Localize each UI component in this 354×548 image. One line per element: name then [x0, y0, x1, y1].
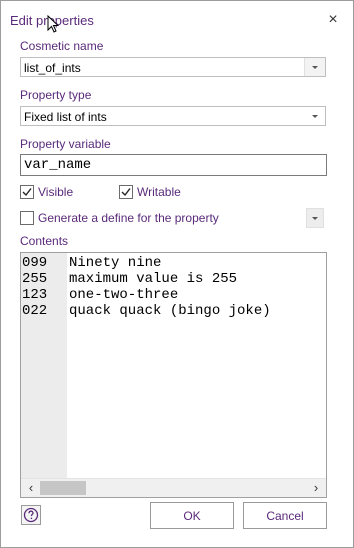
cosmetic-name-dropdown-button[interactable] [304, 58, 325, 76]
chevron-down-icon [312, 114, 318, 118]
visible-checkbox-label: Visible [38, 185, 74, 199]
property-type-value[interactable]: Fixed list of ints [24, 110, 107, 124]
close-icon[interactable]: × [325, 10, 341, 30]
checkmark-icon [22, 188, 32, 197]
list-item-text: maximum value is 255 [69, 271, 238, 287]
generate-define-checkbox-box[interactable] [20, 211, 34, 225]
chevron-down-icon [312, 65, 318, 69]
help-icon [23, 507, 39, 523]
writable-checkbox[interactable]: Writable [119, 185, 181, 199]
cancel-button[interactable]: Cancel [243, 502, 327, 529]
property-variable-field[interactable] [20, 154, 327, 176]
help-button[interactable] [21, 505, 41, 525]
list-item[interactable]: 022 quack quack (bingo joke) [21, 303, 271, 319]
horizontal-scrollbar[interactable]: ‹ › [21, 478, 326, 497]
cosmetic-name-combo[interactable]: list_of_ints [20, 57, 326, 77]
generate-define-dropdown-button[interactable] [306, 208, 324, 228]
cosmetic-name-label: Cosmetic name [20, 39, 104, 53]
generate-define-checkbox[interactable]: Generate a define for the property [20, 211, 219, 225]
list-item-number: 022 [22, 303, 48, 319]
list-item-number: 123 [22, 287, 48, 303]
ok-button[interactable]: OK [150, 502, 234, 529]
edit-properties-dialog: Edit properties × Cosmetic name list_of_… [0, 0, 354, 548]
list-item[interactable]: 255 maximum value is 255 [21, 271, 237, 287]
mouse-cursor-icon [47, 14, 60, 38]
chevron-right-icon[interactable]: › [308, 480, 324, 496]
property-type-label: Property type [20, 88, 92, 102]
contents-editor[interactable]: 099 Ninety nine 255 maximum value is 255 1… [20, 252, 327, 498]
cosmetic-name-value[interactable]: list_of_ints [24, 61, 81, 75]
generate-define-checkbox-label: Generate a define for the property [38, 211, 219, 225]
contents-label: Contents [20, 234, 69, 248]
chevron-down-icon [312, 216, 318, 220]
checkmark-icon [121, 188, 131, 197]
visible-checkbox-box[interactable] [20, 185, 34, 199]
list-item-number: 255 [22, 271, 48, 287]
chevron-left-icon[interactable]: ‹ [23, 480, 39, 496]
list-item-text: Ninety nine [69, 255, 162, 271]
list-item[interactable]: 123 one-two-three [21, 287, 178, 303]
property-type-select[interactable]: Fixed list of ints [20, 106, 326, 126]
property-variable-label: Property variable [20, 137, 111, 151]
list-item-text: one-two-three [69, 287, 179, 303]
list-item[interactable]: 099 Ninety nine [21, 255, 161, 271]
writable-checkbox-box[interactable] [119, 185, 133, 199]
visible-checkbox[interactable]: Visible [20, 185, 73, 199]
writable-checkbox-label: Writable [137, 185, 181, 199]
property-variable-input[interactable] [24, 156, 314, 174]
list-item-number: 099 [22, 255, 48, 271]
scrollbar-thumb[interactable] [40, 481, 86, 495]
list-item-text: quack quack (bingo joke) [69, 303, 271, 319]
property-type-dropdown-button[interactable] [305, 107, 325, 125]
